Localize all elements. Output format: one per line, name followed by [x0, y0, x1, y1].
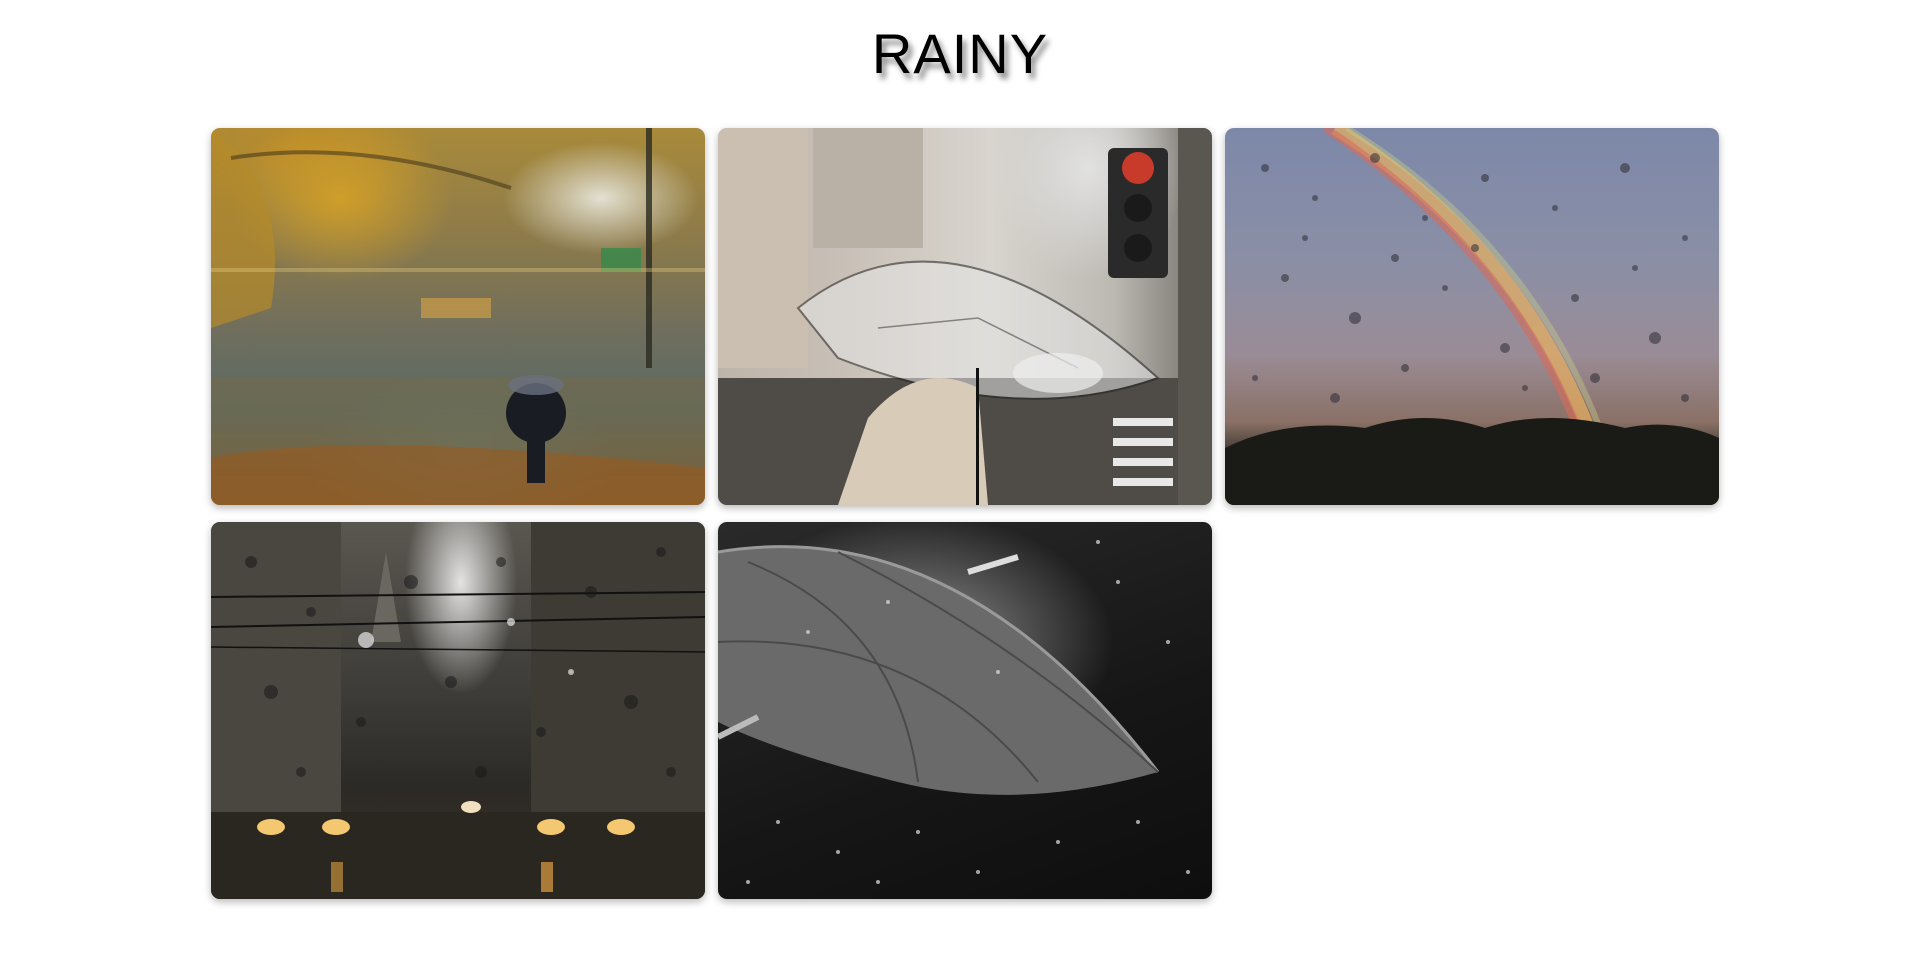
gallery-image-transparent-umbrella[interactable] — [718, 128, 1212, 505]
gallery-image-rainbow-raindrops[interactable] — [1225, 128, 1719, 505]
page: RAINY — [0, 0, 1920, 975]
transparent-umbrella-image — [718, 128, 1212, 505]
autumn-rain-street-image — [211, 128, 705, 505]
gallery-image-city-raindrops[interactable] — [211, 522, 705, 899]
page-title: RAINY — [871, 22, 1049, 85]
city-raindrops-image — [211, 522, 705, 899]
gallery-image-black-umbrella[interactable] — [718, 522, 1212, 899]
photo-gallery — [211, 128, 1719, 899]
black-umbrella-image — [718, 540, 1190, 884]
rainbow-raindrops-image — [1225, 128, 1719, 505]
gallery-image-autumn-rain-street[interactable] — [211, 128, 705, 505]
